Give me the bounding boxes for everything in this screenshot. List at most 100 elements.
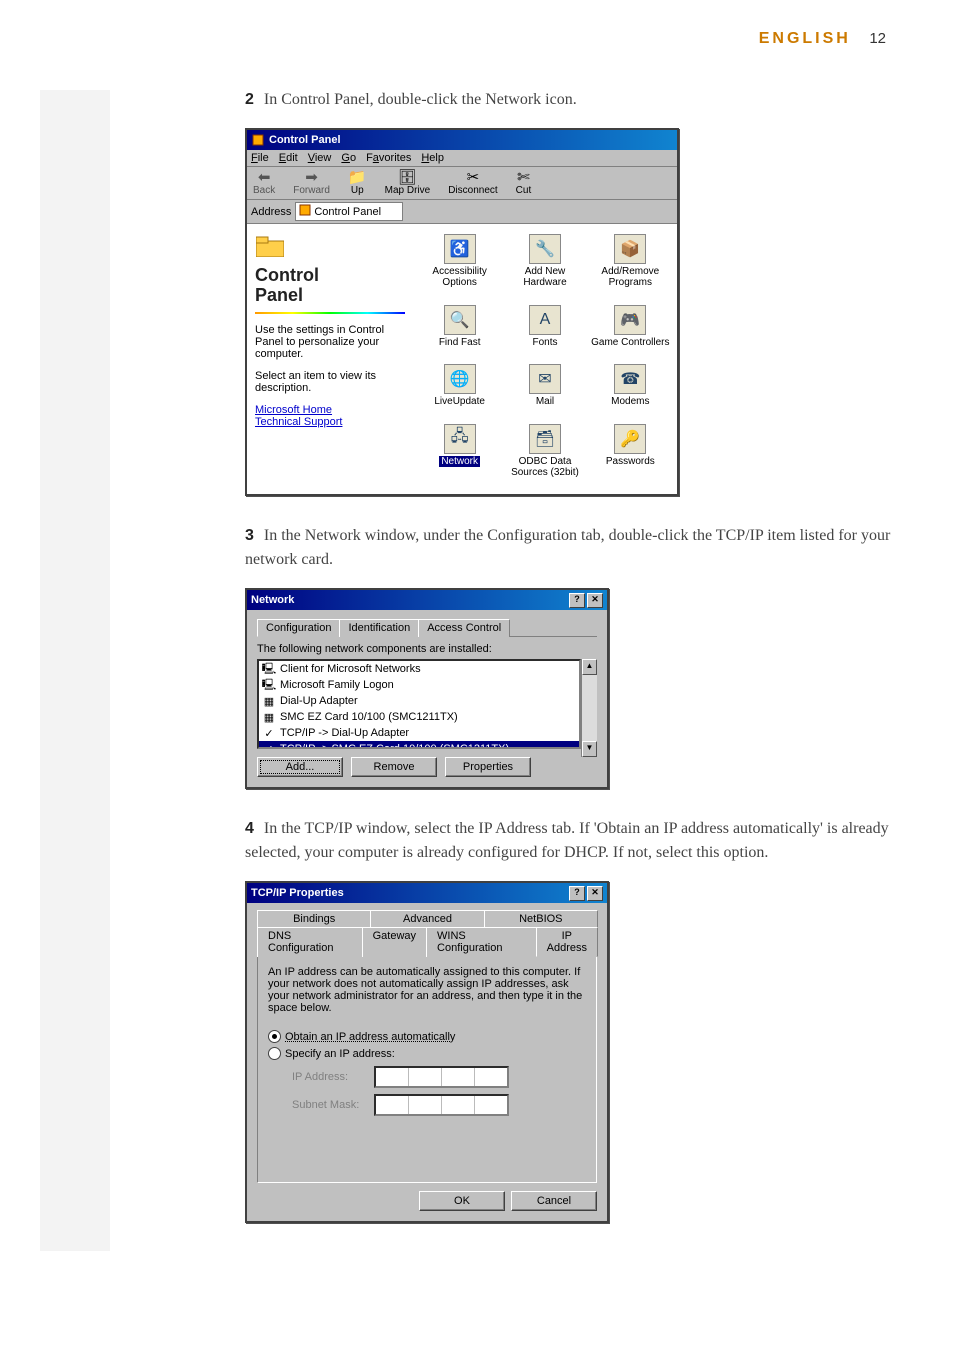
technical-support-link[interactable]: Technical Support — [255, 416, 405, 428]
titlebar[interactable]: Network ? ✕ — [247, 590, 607, 610]
protocol-icon: ✓ — [262, 742, 276, 749]
titlebar[interactable]: Control Panel — [247, 130, 677, 150]
radio-obtain-auto[interactable]: Obtain an IP address automatically — [268, 1030, 586, 1043]
liveupdate-icon: 🌐 — [444, 364, 476, 394]
toolbar-disconnect[interactable]: ✂Disconnect — [448, 170, 497, 196]
ok-button[interactable]: OK — [419, 1191, 505, 1211]
folder-icon — [255, 234, 285, 258]
remove-button[interactable]: Remove — [351, 757, 437, 777]
icon-passwords[interactable]: 🔑Passwords — [588, 424, 673, 485]
icon-mail[interactable]: ✉Mail — [502, 364, 587, 414]
close-button[interactable]: ✕ — [587, 886, 603, 901]
menu-go[interactable]: Go — [341, 152, 356, 164]
address-icon — [299, 204, 311, 219]
client-icon: 🖳 — [262, 662, 276, 676]
step-number: 2 — [245, 91, 254, 108]
toolbar-cut[interactable]: ✄Cut — [516, 170, 532, 196]
icon-odbc[interactable]: 🗃ODBC Data Sources (32bit) — [502, 424, 587, 485]
ip-fields: IP Address: Subnet Mask: — [292, 1066, 586, 1116]
toolbar-map-drive[interactable]: 🗄Map Drive — [385, 170, 431, 196]
tab-netbios[interactable]: NetBIOS — [484, 910, 598, 927]
menu-edit[interactable]: Edit — [279, 152, 298, 164]
titlebar[interactable]: TCP/IP Properties ? ✕ — [247, 883, 607, 903]
game-icon: 🎮 — [614, 305, 646, 335]
icon-add-remove-programs[interactable]: 📦Add/Remove Programs — [588, 234, 673, 295]
help-button[interactable]: ? — [569, 886, 585, 901]
tab-identification[interactable]: Identification — [339, 619, 419, 637]
adapter-icon: ▦ — [262, 694, 276, 708]
list-item-selected: ✓TCP/IP -> SMC EZ Card 10/100 (SMC1211TX… — [259, 741, 579, 749]
list-item: ✓TCP/IP -> Dial-Up Adapter — [259, 725, 579, 741]
microsoft-home-link[interactable]: Microsoft Home — [255, 404, 405, 416]
components-listbox[interactable]: 🖳Client for Microsoft Networks 🖳Microsof… — [257, 659, 581, 749]
step-2: 2 In Control Panel, double-click the Net… — [245, 88, 894, 112]
tab-configuration[interactable]: Configuration — [257, 619, 340, 637]
cancel-button[interactable]: Cancel — [511, 1191, 597, 1211]
add-button[interactable]: Add... — [257, 757, 343, 777]
odbc-icon: 🗃 — [529, 424, 561, 454]
hardware-icon: 🔧 — [529, 234, 561, 264]
ip-address-label: IP Address: — [292, 1071, 368, 1083]
address-bar: Address Control Panel — [247, 200, 677, 224]
tab-dns[interactable]: DNS Configuration — [257, 927, 363, 957]
passwords-icon: 🔑 — [614, 424, 646, 454]
modems-icon: ☎ — [614, 364, 646, 394]
tab-gateway[interactable]: Gateway — [362, 927, 427, 957]
menu-help[interactable]: Help — [421, 152, 444, 164]
icon-network[interactable]: 🖧Network — [417, 424, 502, 485]
tab-bindings[interactable]: Bindings — [257, 910, 371, 927]
window-title: TCP/IP Properties — [251, 887, 344, 899]
icon-fonts[interactable]: AFonts — [502, 305, 587, 355]
window-title: Control Panel — [269, 134, 341, 146]
header-page-number: 12 — [869, 30, 886, 47]
subnet-mask-input[interactable] — [374, 1094, 509, 1116]
menu-file[interactable]: File — [251, 152, 269, 164]
help-button[interactable]: ? — [569, 593, 585, 608]
address-field[interactable]: Control Panel — [295, 202, 403, 221]
tab-advanced[interactable]: Advanced — [370, 910, 484, 927]
menu-favorites[interactable]: Favorites — [366, 152, 411, 164]
scroll-down-icon[interactable]: ▼ — [582, 741, 597, 757]
scrollbar[interactable]: ▲ ▼ — [581, 659, 597, 757]
window-title: Network — [251, 594, 294, 606]
address-value: Control Panel — [314, 206, 381, 218]
toolbar-up[interactable]: 📁Up — [348, 170, 367, 196]
disconnect-icon: ✂ — [448, 170, 497, 185]
control-panel-window: Control Panel File Edit View Go Favorite… — [245, 128, 679, 496]
ip-address-input[interactable] — [374, 1066, 509, 1088]
rainbow-divider — [255, 312, 405, 314]
toolbar-forward[interactable]: ➡Forward — [293, 170, 330, 196]
icon-accessibility-options[interactable]: ♿Accessibility Options — [417, 234, 502, 295]
protocol-icon: ✓ — [262, 726, 276, 740]
icon-add-new-hardware[interactable]: 🔧Add New Hardware — [502, 234, 587, 295]
list-item: ▦Dial-Up Adapter — [259, 693, 579, 709]
icon-find-fast[interactable]: 🔍Find Fast — [417, 305, 502, 355]
network-icon: 🖧 — [444, 424, 476, 454]
tab-bar: Bindings Advanced NetBIOS DNS Configurat… — [257, 909, 597, 956]
properties-button[interactable]: Properties — [445, 757, 531, 777]
network-dialog: Network ? ✕ Configuration Identification… — [245, 588, 609, 789]
subnet-mask-label: Subnet Mask: — [292, 1099, 368, 1111]
grey-sidebar — [40, 90, 110, 1251]
tab-ip-address[interactable]: IP Address — [536, 927, 598, 957]
control-panel-body: Control Panel Use the settings in Contro… — [247, 224, 677, 494]
close-button[interactable]: ✕ — [587, 593, 603, 608]
toolbar-back[interactable]: ⬅Back — [253, 170, 275, 196]
icon-game-controllers[interactable]: 🎮Game Controllers — [588, 305, 673, 355]
tab-access-control[interactable]: Access Control — [418, 619, 510, 637]
step-text: In the Network window, under the Configu… — [245, 527, 890, 568]
step-number: 3 — [245, 527, 254, 544]
dialog-buttons: OK Cancel — [257, 1191, 597, 1211]
radio-icon — [268, 1047, 281, 1060]
mail-icon: ✉ — [529, 364, 561, 394]
icon-liveupdate[interactable]: 🌐LiveUpdate — [417, 364, 502, 414]
tab-wins[interactable]: WINS Configuration — [426, 927, 537, 957]
tab-bar: Configuration Identification Access Cont… — [257, 618, 597, 637]
icon-modems[interactable]: ☎Modems — [588, 364, 673, 414]
menu-view[interactable]: View — [308, 152, 332, 164]
scroll-up-icon[interactable]: ▲ — [582, 659, 597, 675]
button-row: Add... Remove Properties — [257, 757, 597, 777]
toolbar: ⬅Back ➡Forward 📁Up 🗄Map Drive ✂Disconnec… — [247, 167, 677, 200]
address-label: Address — [251, 206, 291, 218]
radio-specify[interactable]: Specify an IP address: — [268, 1047, 586, 1060]
